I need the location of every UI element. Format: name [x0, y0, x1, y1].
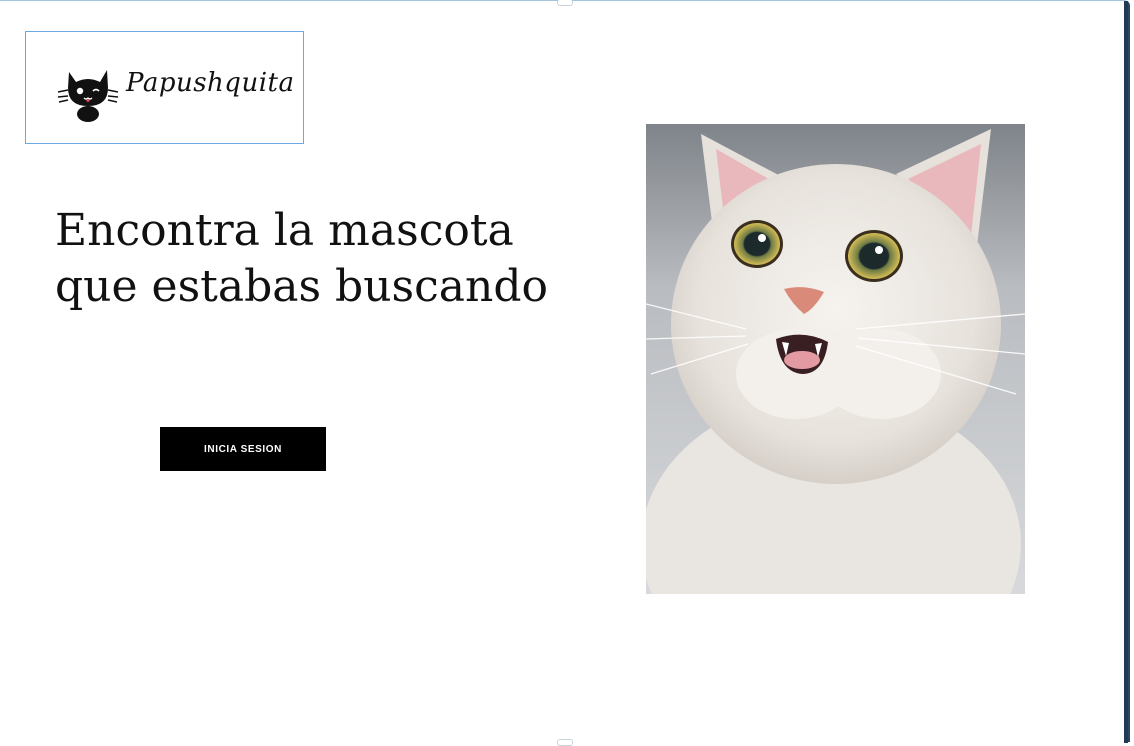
hero-headline: Encontra la mascota que estabas buscando	[55, 203, 575, 315]
headline-line-2: que estabas buscando	[55, 261, 548, 312]
cat-photo	[646, 124, 1025, 594]
resize-handle-bottom[interactable]	[557, 739, 573, 746]
headline-line-1: Encontra la mascota	[55, 205, 514, 256]
cat-face-icon	[57, 70, 119, 122]
login-button[interactable]: INICIA SESION	[160, 427, 326, 471]
brand-name: Papushquita	[126, 68, 295, 98]
logo[interactable]: Papushquita	[25, 31, 304, 144]
resize-handle-top[interactable]	[557, 0, 573, 6]
page-frame: Papushquita Encontra la mascota que esta…	[0, 0, 1130, 746]
window-edge	[1124, 1, 1128, 743]
cat-illustration	[646, 124, 1025, 594]
